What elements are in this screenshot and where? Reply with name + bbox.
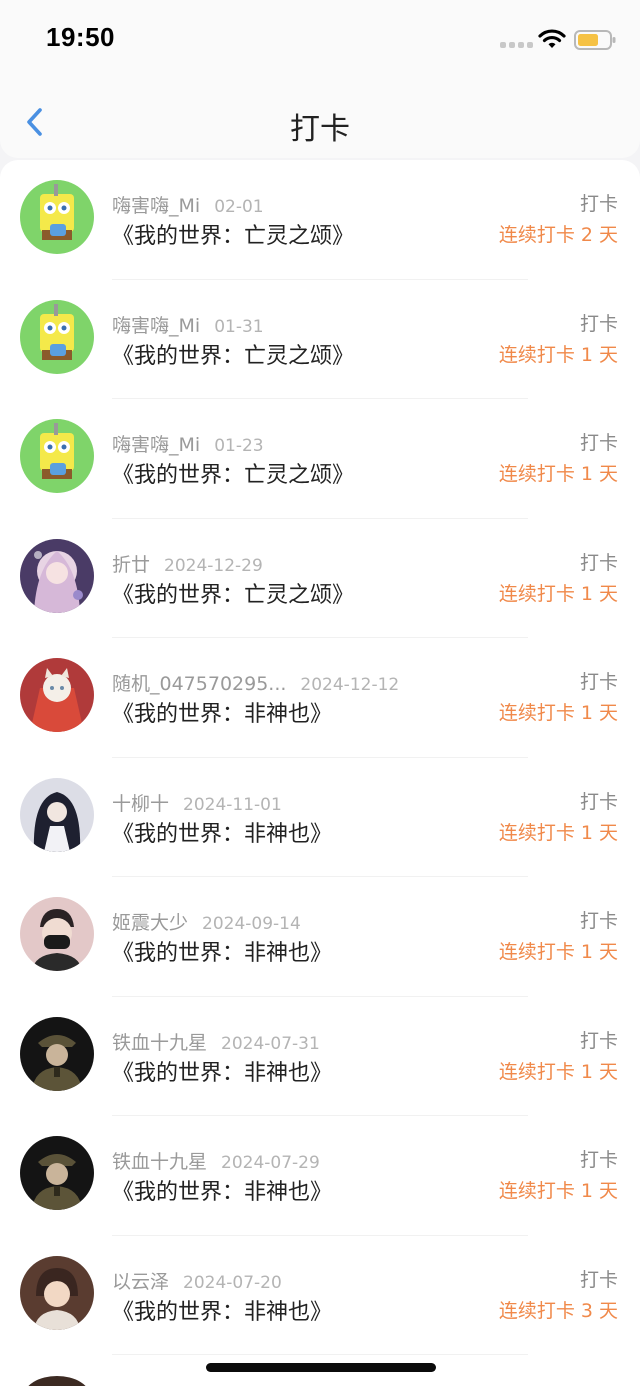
list-item[interactable]: 嗨害嗨_Mi 01-23 《我的世界：亡灵之颂》 打卡 连续打卡 1 天	[0, 399, 640, 519]
list-item[interactable]: 十柳十 2024-11-01 《我的世界：非神也》 打卡 连续打卡 1 天	[0, 758, 640, 877]
user-name-text[interactable]: 以云泽	[112, 1271, 169, 1293]
post-date: 2024-07-20	[183, 1272, 282, 1293]
home-indicator[interactable]	[206, 1363, 436, 1372]
book-title[interactable]: 《我的世界：非神也》	[112, 816, 332, 848]
post-date: 2024-11-01	[183, 794, 282, 815]
user-name[interactable]: 十柳十 2024-11-01	[112, 789, 282, 816]
user-name-text[interactable]: 随机_047570295...	[112, 673, 286, 695]
dark-hair-avatar[interactable]	[20, 777, 94, 852]
action-label: 打卡	[579, 432, 618, 454]
user-name[interactable]: 以云泽 2024-07-20	[112, 1267, 282, 1294]
streak-label: 连续打卡 1 天	[498, 941, 618, 963]
book-title[interactable]: 《我的世界：亡灵之颂》	[112, 218, 354, 250]
streak-label: 连续打卡 1 天	[498, 1060, 618, 1083]
spongebob-avatar[interactable]	[20, 180, 94, 254]
streak-label: 连续打卡 3 天	[498, 1299, 618, 1322]
book-title[interactable]: 《我的世界：亡灵之颂》	[112, 577, 354, 609]
list-item[interactable]: 折廿 2024-12-29 《我的世界：亡灵之颂》 打卡 连续打卡 1 天	[0, 519, 640, 638]
post-date: 01-31	[214, 316, 264, 337]
list-item[interactable]: 嗨害嗨_Mi 02-01 《我的世界：亡灵之颂》 打卡 连续打卡 2 天	[0, 160, 640, 280]
row-divider	[112, 1354, 528, 1355]
status-time: 19:50	[46, 22, 115, 52]
post-date: 01-23	[214, 436, 264, 456]
user-name-text[interactable]: 折廿	[112, 554, 150, 576]
action-label: 打卡	[579, 671, 618, 693]
list-item[interactable]: 嗨害嗨_Mi 01-31 《我的世界：亡灵之颂》 打卡 连续打卡 1 天	[0, 280, 640, 399]
post-date: 2024-07-31	[221, 1033, 320, 1054]
streak-label: 连续打卡 1 天	[498, 702, 618, 724]
partial-avatar	[24, 1376, 90, 1386]
action-label: 打卡	[579, 910, 618, 932]
soldier-avatar[interactable]	[20, 1016, 94, 1091]
streak-label: 连续打卡 1 天	[498, 821, 618, 844]
user-name-text[interactable]: 嗨害嗨_Mi	[112, 315, 200, 337]
user-name[interactable]: 铁血十九星 2024-07-31	[112, 1028, 320, 1055]
checkin-list: 嗨害嗨_Mi 02-01 《我的世界：亡灵之颂》 打卡 连续打卡 2 天 嗨害嗨_…	[0, 160, 640, 1386]
streak-label: 连续打卡 1 天	[498, 582, 618, 605]
book-title[interactable]: 《我的世界：亡灵之颂》	[112, 457, 354, 489]
user-name[interactable]: 嗨害嗨_Mi 01-23	[112, 430, 264, 457]
post-date: 2024-07-29	[221, 1153, 320, 1173]
book-title[interactable]: 《我的世界：非神也》	[112, 696, 332, 728]
list-item[interactable]: 姬震大少 2024-09-14 《我的世界：非神也》 打卡 连续打卡 1 天	[0, 877, 640, 997]
user-name-text[interactable]: 姬震大少	[112, 912, 188, 934]
cellular-signal-icon	[500, 42, 533, 48]
user-name-text[interactable]: 嗨害嗨_Mi	[112, 195, 200, 217]
cat-avatar[interactable]	[20, 658, 94, 732]
book-title[interactable]: 《我的世界：非神也》	[112, 1294, 332, 1326]
anime-girl-avatar[interactable]	[20, 538, 94, 613]
list-item[interactable]: 随机_047570295... 2024-12-12 《我的世界：非神也》 打卡 …	[0, 638, 640, 758]
action-label: 打卡	[579, 1268, 618, 1291]
book-title[interactable]: 《我的世界：非神也》	[112, 935, 332, 967]
masked-man-avatar[interactable]	[20, 897, 94, 971]
action-label: 打卡	[579, 551, 618, 574]
action-label: 打卡	[579, 1149, 618, 1171]
user-name-text[interactable]: 嗨害嗨_Mi	[112, 434, 200, 456]
user-name-text[interactable]: 铁血十九星	[112, 1032, 207, 1054]
streak-label: 连续打卡 1 天	[498, 1180, 618, 1202]
action-label: 打卡	[579, 193, 618, 215]
post-date: 2024-09-14	[202, 914, 301, 934]
anime-boy-avatar[interactable]	[20, 1255, 94, 1330]
user-name[interactable]: 嗨害嗨_Mi 02-01	[112, 191, 264, 218]
spongebob-avatar[interactable]	[20, 419, 94, 493]
user-name[interactable]: 随机_047570295... 2024-12-12	[112, 669, 399, 696]
user-name[interactable]: 铁血十九星 2024-07-29	[112, 1147, 320, 1174]
user-name[interactable]: 嗨害嗨_Mi 01-31	[112, 311, 264, 338]
list-item[interactable]: 以云泽 2024-07-20 《我的世界：非神也》 打卡 连续打卡 3 天	[0, 1236, 640, 1355]
status-bar: 19:50	[0, 0, 640, 80]
user-name-text[interactable]: 十柳十	[112, 793, 169, 815]
user-name[interactable]: 折廿 2024-12-29	[112, 550, 263, 577]
navigation-bar: 打卡	[0, 80, 640, 158]
soldier-avatar[interactable]	[20, 1136, 94, 1210]
post-date: 02-01	[214, 197, 264, 217]
book-title[interactable]: 《我的世界：亡灵之颂》	[112, 338, 354, 370]
action-label: 打卡	[579, 790, 618, 813]
post-date: 2024-12-12	[300, 675, 400, 695]
user-name-text[interactable]: 铁血十九星	[112, 1151, 207, 1173]
book-title[interactable]: 《我的世界：非神也》	[112, 1174, 332, 1206]
action-label: 打卡	[579, 312, 618, 335]
action-label: 打卡	[579, 1029, 618, 1052]
list-item[interactable]: 铁血十九星 2024-07-29 《我的世界：非神也》 打卡 连续打卡 1 天	[0, 1116, 640, 1236]
user-name[interactable]: 姬震大少 2024-09-14	[112, 908, 301, 935]
post-date: 2024-12-29	[164, 555, 263, 576]
book-title[interactable]: 《我的世界：非神也》	[112, 1055, 332, 1087]
streak-label: 连续打卡 1 天	[498, 463, 618, 485]
streak-label: 连续打卡 1 天	[498, 343, 618, 366]
page-title: 打卡	[290, 112, 350, 147]
spongebob-avatar[interactable]	[20, 299, 94, 374]
battery-icon	[574, 30, 616, 50]
streak-label: 连续打卡 2 天	[498, 224, 618, 246]
wifi-icon	[538, 29, 566, 48]
list-item[interactable]: 铁血十九星 2024-07-31 《我的世界：非神也》 打卡 连续打卡 1 天	[0, 997, 640, 1116]
